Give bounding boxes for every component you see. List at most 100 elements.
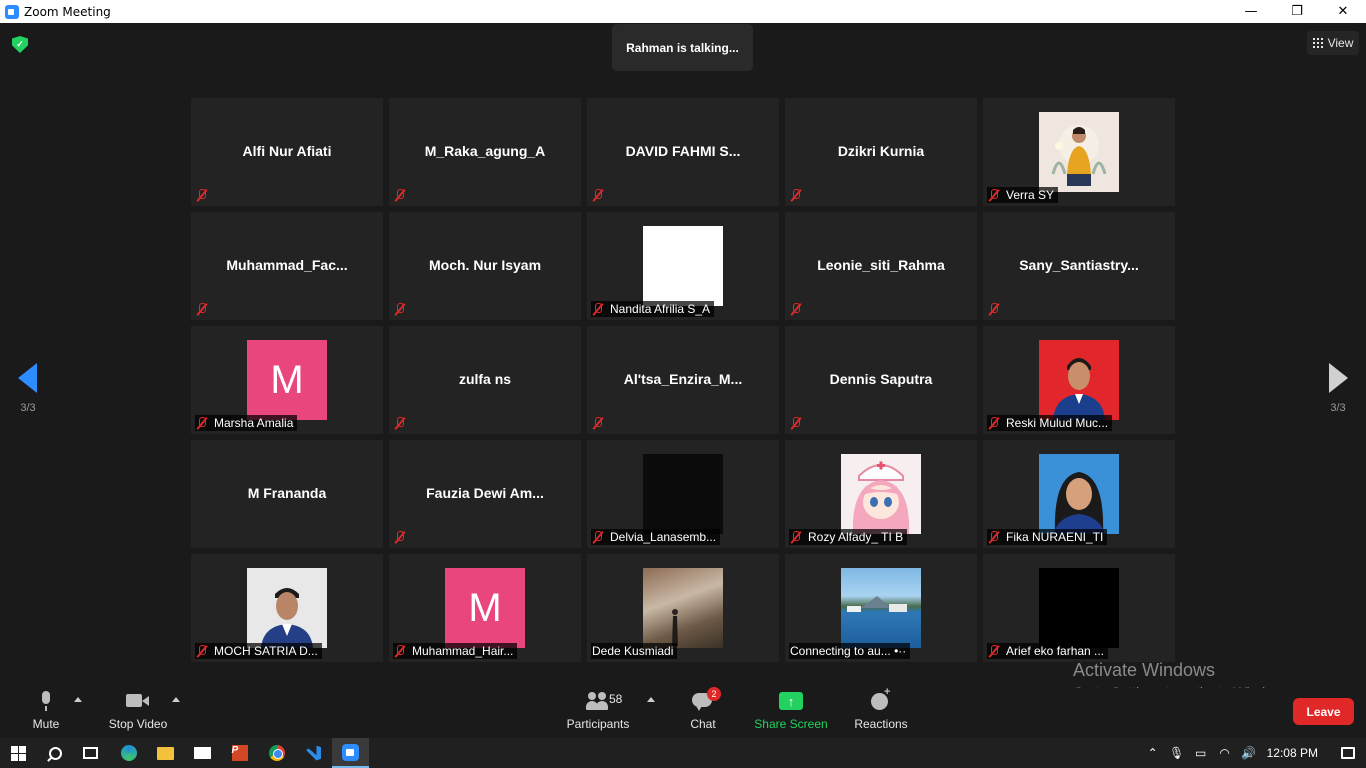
restore-button[interactable]: ❐ <box>1274 0 1320 23</box>
microphone-tray-icon[interactable]: 🎙 <box>1165 746 1189 760</box>
participant-avatar <box>643 226 723 306</box>
share-screen-button[interactable]: ↑ Share Screen <box>751 688 831 738</box>
participant-label: Marsha Amalia <box>195 415 298 431</box>
participant-tile[interactable]: M_Raka_agung_A <box>389 98 581 206</box>
mic-muted-icon <box>988 416 1000 430</box>
participant-tile[interactable]: Rozy Alfady_ TI B <box>785 440 977 548</box>
folder-icon <box>157 746 174 760</box>
audio-options-caret-icon[interactable] <box>74 697 82 702</box>
participant-tile[interactable]: Al'tsa_Enzira_M... <box>587 326 779 434</box>
mic-muted-icon <box>592 188 604 202</box>
mic-muted-icon <box>394 188 406 202</box>
taskbar-powerpoint[interactable]: P <box>221 738 258 768</box>
action-center-button[interactable] <box>1330 747 1366 759</box>
participant-tile[interactable]: M Muhammad_Hair... <box>389 554 581 662</box>
camera-icon <box>126 691 150 711</box>
participant-name: Leonie_siti_Rahma <box>817 257 945 273</box>
participant-avatar <box>643 454 723 534</box>
video-options-caret-icon[interactable] <box>172 697 180 702</box>
security-shield-icon[interactable]: ✓ <box>12 36 28 53</box>
mic-muted-icon <box>592 416 604 430</box>
participant-tile[interactable]: zulfa ns <box>389 326 581 434</box>
participant-label: Dede Kusmiadi <box>591 643 678 659</box>
participant-tile[interactable]: Moch. Nur Isyam <box>389 212 581 320</box>
participant-tile[interactable]: Delvia_Lanasemb... <box>587 440 779 548</box>
participant-avatar <box>1039 454 1119 534</box>
previous-page-nav[interactable]: 3/3 <box>16 363 40 414</box>
mic-muted-icon <box>394 644 406 658</box>
participant-avatar <box>247 568 327 648</box>
participant-tile[interactable]: Muhammad_Fac... <box>191 212 383 320</box>
participant-label: Fika NURAENI_TI <box>987 529 1108 545</box>
title-bar: Zoom Meeting — ❐ ✕ <box>0 0 1366 23</box>
participant-tile[interactable]: Leonie_siti_Rahma <box>785 212 977 320</box>
edge-browser-icon <box>120 745 137 761</box>
participant-tile[interactable]: Verra SY <box>983 98 1175 206</box>
view-button[interactable]: View <box>1307 31 1359 55</box>
participant-label: MOCH SATRIA D... <box>195 643 322 659</box>
close-button[interactable]: ✕ <box>1320 0 1366 23</box>
mic-muted-icon <box>196 188 208 202</box>
participant-tile[interactable]: DAVID FAHMI S... <box>587 98 779 206</box>
participant-tile[interactable]: Fauzia Dewi Am... <box>389 440 581 548</box>
taskbar-clock[interactable]: 12:08 PM <box>1267 746 1318 760</box>
participant-tile[interactable]: Dzikri Kurnia <box>785 98 977 206</box>
show-hidden-icons-chevron-icon[interactable]: ⌃ <box>1141 746 1165 760</box>
participant-tile[interactable]: Reski Mulud Muc... <box>983 326 1175 434</box>
taskbar-mail[interactable] <box>184 738 221 768</box>
page-indicator-left: 3/3 <box>20 402 36 414</box>
participant-tile[interactable]: Sany_Santiastry... <box>983 212 1175 320</box>
zoom-icon <box>342 743 359 761</box>
participant-tile[interactable]: MOCH SATRIA D... <box>191 554 383 662</box>
taskbar-zoom[interactable] <box>332 738 369 768</box>
task-view[interactable] <box>72 738 109 768</box>
arrow-right-icon[interactable] <box>1329 363 1348 393</box>
next-page-nav[interactable]: 3/3 <box>1326 363 1350 414</box>
chrome-icon <box>268 745 285 761</box>
leave-button[interactable]: Leave <box>1293 698 1354 725</box>
participant-tile[interactable]: Dennis Saputra <box>785 326 977 434</box>
mute-button[interactable]: Mute <box>26 688 66 738</box>
taskbar-chrome[interactable] <box>258 738 295 768</box>
participant-tile[interactable]: Dede Kusmiadi <box>587 554 779 662</box>
participant-avatar <box>1039 112 1119 192</box>
taskbar-file-explorer[interactable] <box>147 738 184 768</box>
mic-muted-icon <box>196 416 208 430</box>
participants-button[interactable]: 58 Participants <box>562 688 634 738</box>
window-title: Zoom Meeting <box>24 4 111 19</box>
start-button[interactable] <box>0 738 37 768</box>
arrow-left-icon[interactable] <box>18 363 37 393</box>
participant-name: Muhammad_Fac... <box>226 257 348 273</box>
participant-name: Al'tsa_Enzira_M... <box>623 371 743 387</box>
participant-name: Moch. Nur Isyam <box>428 257 542 273</box>
mic-muted-icon <box>394 302 406 316</box>
stop-video-button[interactable]: Stop Video <box>102 688 174 738</box>
taskbar-search[interactable] <box>37 738 74 768</box>
participant-tile[interactable]: Nandita Afrilia S_A <box>587 212 779 320</box>
participant-label <box>987 301 1010 317</box>
participant-tile[interactable]: M Frananda <box>191 440 383 548</box>
participants-options-caret-icon[interactable] <box>647 697 655 702</box>
wifi-icon[interactable]: ◠ <box>1213 746 1237 760</box>
taskbar-edge[interactable] <box>110 738 147 768</box>
participant-tile[interactable]: Arief eko farhan ... <box>983 554 1175 662</box>
vscode-icon <box>306 745 321 761</box>
participant-label <box>195 187 218 203</box>
participant-label <box>195 301 218 317</box>
chat-button[interactable]: 2 Chat <box>682 687 724 738</box>
talking-indicator: Rahman is talking... <box>612 24 753 71</box>
window-controls: — ❐ ✕ <box>1228 0 1366 23</box>
battery-icon[interactable]: ▭ <box>1189 746 1213 760</box>
participant-tile[interactable]: Fika NURAENI_TI <box>983 440 1175 548</box>
participant-tile[interactable]: Alfi Nur Afiati <box>191 98 383 206</box>
participant-name: DAVID FAHMI S... <box>625 143 741 159</box>
grid-view-icon <box>1312 38 1323 48</box>
minimize-button[interactable]: — <box>1228 0 1274 23</box>
participant-tile[interactable]: M Marsha Amalia <box>191 326 383 434</box>
participant-tile[interactable]: Connecting to au... •·· <box>785 554 977 662</box>
participant-label: Muhammad_Hair... <box>393 643 518 659</box>
taskbar-vscode[interactable] <box>295 738 332 768</box>
volume-icon[interactable]: 🔊 <box>1237 746 1261 760</box>
participant-avatar <box>841 568 921 648</box>
reactions-button[interactable]: Reactions <box>850 686 912 738</box>
